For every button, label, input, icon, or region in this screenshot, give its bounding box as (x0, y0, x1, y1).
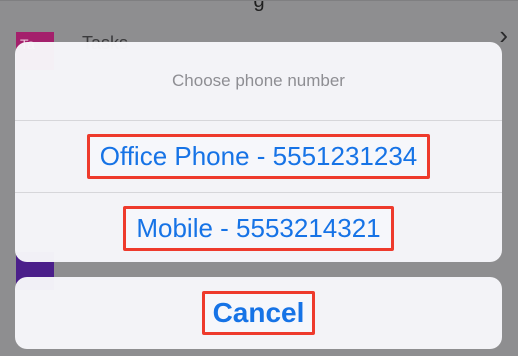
office-phone-label: Office Phone - 5551231234 (86, 134, 431, 179)
office-phone-option[interactable]: Office Phone - 5551231234 (15, 121, 502, 193)
action-sheet-title: Choose phone number (15, 42, 502, 121)
cancel-button[interactable]: Cancel (15, 277, 502, 349)
background-title: g (253, 0, 265, 12)
action-sheet: Choose phone number Office Phone - 55512… (15, 42, 502, 262)
mobile-phone-option[interactable]: Mobile - 5553214321 (15, 193, 502, 262)
mobile-phone-label: Mobile - 5553214321 (123, 206, 394, 251)
cancel-label: Cancel (201, 291, 316, 335)
row-divider (0, 0, 518, 1)
